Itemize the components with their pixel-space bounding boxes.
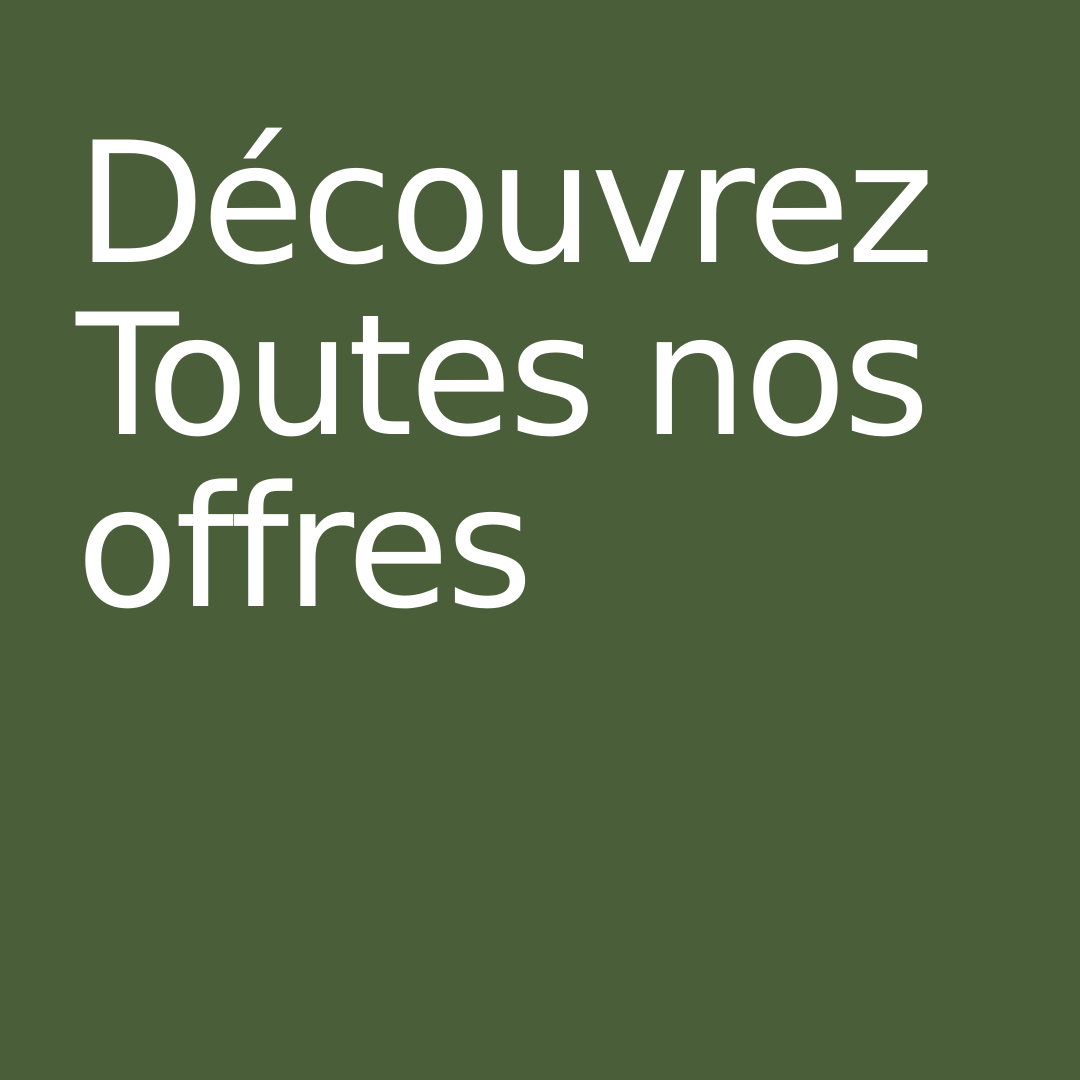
promo-tile: Découvrez Toutes nos offres	[0, 0, 1080, 1080]
headline: Découvrez Toutes nos offres	[76, 118, 1036, 634]
headline-line-3: offres	[76, 450, 533, 646]
headline-line-1: Découvrez	[76, 106, 935, 302]
headline-line-2: Toutes nos	[76, 278, 930, 474]
